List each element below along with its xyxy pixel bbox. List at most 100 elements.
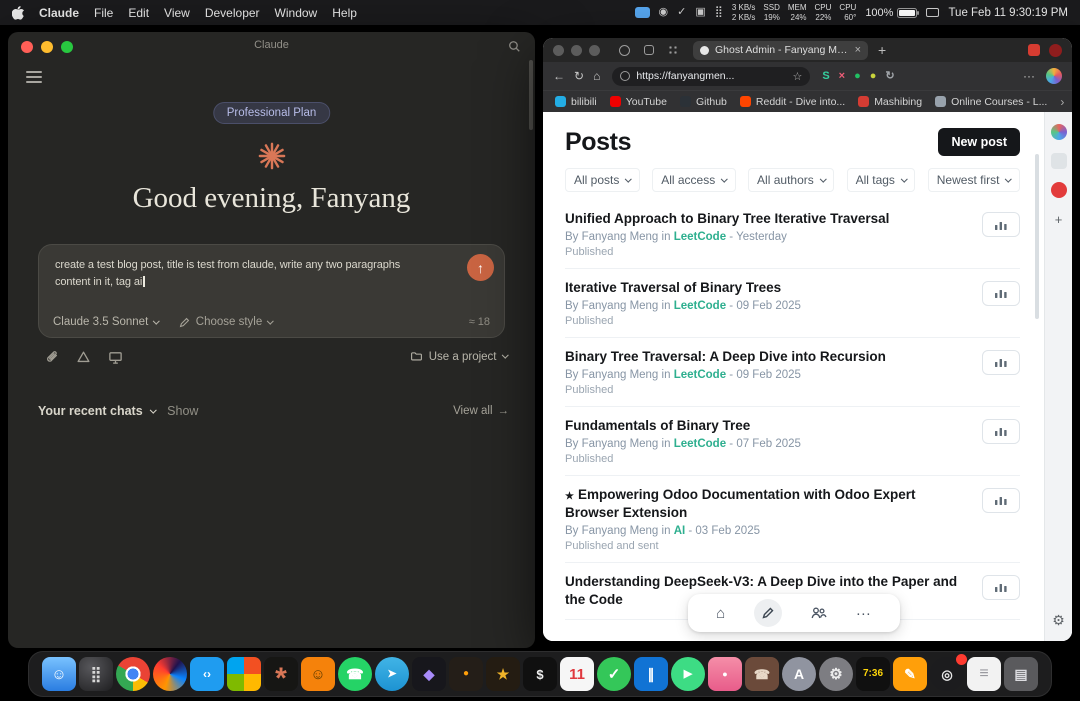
browser-titlebar[interactable]: Ghost Admin - Fanyang Meng's × + <box>543 38 1072 62</box>
bookmark-item[interactable]: YouTube <box>610 96 667 108</box>
settings-icon[interactable]: ⚙ <box>819 657 853 691</box>
home-icon[interactable]: ⌂ <box>593 70 600 82</box>
launchpad-icon[interactable]: ⣿ <box>79 657 113 691</box>
tab-search-icon[interactable] <box>644 45 654 55</box>
send-button[interactable]: ↑ <box>467 254 494 281</box>
recent-chats-header[interactable]: Your recent chats Show <box>38 404 198 418</box>
nav-edit-icon[interactable] <box>754 599 782 627</box>
sidebar-red-app-icon[interactable] <box>1051 182 1067 198</box>
telegram-icon[interactable]: ➤ <box>375 657 409 691</box>
screen-capture-icon[interactable] <box>108 350 123 370</box>
notification-app-icon[interactable]: ◎ <box>930 657 964 691</box>
trash-icon[interactable]: ▤ <box>1004 657 1038 691</box>
style-selector[interactable]: Choose style <box>179 316 273 328</box>
address-bar[interactable]: https://fanyangmen... ☆ <box>612 67 810 86</box>
sidebar-add-icon[interactable]: + <box>1051 211 1067 227</box>
post-analytics-button[interactable] <box>982 419 1020 444</box>
bookmark-item[interactable]: Github <box>680 96 727 108</box>
bookmark-item[interactable]: Mashibing <box>858 96 922 108</box>
prompt-input-box[interactable]: create a test blog post, title is test f… <box>38 244 505 338</box>
extension-icon[interactable]: ● <box>870 71 877 82</box>
sidebar-avatar-icon[interactable] <box>1051 124 1067 140</box>
post-row[interactable]: ★Empowering Odoo Documentation with Odoo… <box>565 476 1020 563</box>
grid-status-icon[interactable]: ⣿ <box>715 7 723 18</box>
extension-icon[interactable]: ● <box>854 71 861 82</box>
red-extension-icon[interactable] <box>1028 44 1040 56</box>
bear-app-icon[interactable]: ★ <box>486 657 520 691</box>
prompt-text[interactable]: create a test blog post, title is test f… <box>39 245 504 291</box>
close-window-button[interactable] <box>21 41 33 53</box>
office-grid-icon[interactable] <box>227 657 261 691</box>
menu-bar-clock[interactable]: Tue Feb 11 9:30:19 PM <box>948 7 1068 19</box>
tab-groups-icon[interactable] <box>668 45 678 55</box>
claude-dock-icon[interactable]: * <box>264 657 298 691</box>
window-manager-icon[interactable]: ▣ <box>695 7 705 18</box>
browser-tab[interactable]: Ghost Admin - Fanyang Meng's × <box>693 41 868 60</box>
menu-item[interactable]: Window <box>275 6 318 20</box>
extension-icon[interactable]: ↻ <box>885 71 894 82</box>
post-analytics-button[interactable] <box>982 212 1020 237</box>
firefox-icon[interactable] <box>153 657 187 691</box>
post-row[interactable]: ★Unified Approach to Binary Tree Iterati… <box>565 200 1020 269</box>
reload-icon[interactable]: ↻ <box>574 70 584 82</box>
notes-app-icon[interactable]: ≡ <box>967 657 1001 691</box>
appstore-icon[interactable]: A <box>782 657 816 691</box>
attach-file-icon[interactable] <box>44 350 59 370</box>
lock-app-icon[interactable]: ● <box>708 657 742 691</box>
apple-menu-icon[interactable] <box>12 6 24 20</box>
terminal-icon[interactable]: $ <box>523 657 557 691</box>
system-stat[interactable]: SSD 19% <box>763 3 779 23</box>
drive-integration-icon[interactable] <box>76 350 91 370</box>
minimize-window-button[interactable] <box>571 45 582 56</box>
extension-icon[interactable]: S <box>822 71 829 82</box>
close-tab-icon[interactable]: × <box>855 44 861 56</box>
menu-item[interactable]: Help <box>332 6 357 20</box>
sidebar-toggle-icon[interactable] <box>26 71 42 83</box>
check-status-icon[interactable]: ✓ <box>677 7 686 18</box>
menu-item[interactable]: View <box>164 6 190 20</box>
filter-dropdown[interactable]: All tags <box>847 168 916 192</box>
page-scrollbar[interactable] <box>1035 154 1039 319</box>
use-project-button[interactable]: Use a project <box>410 350 507 363</box>
tasks-app-icon[interactable]: ✓ <box>597 657 631 691</box>
new-post-button[interactable]: New post <box>938 128 1020 156</box>
close-window-button[interactable] <box>553 45 564 56</box>
finder-icon[interactable]: ☺ <box>42 657 76 691</box>
system-stat[interactable]: MEM 24% <box>788 3 807 23</box>
screenshot-tool-icon[interactable] <box>635 7 650 18</box>
system-stat[interactable]: CPU 60° <box>839 3 856 23</box>
post-row[interactable]: ★Binary Tree Traversal: A Deep Dive into… <box>565 338 1020 407</box>
new-tab-button[interactable]: + <box>878 42 886 58</box>
filter-dropdown[interactable]: All posts <box>565 168 640 192</box>
post-row[interactable]: ★Iterative Traversal of Binary Trees By … <box>565 269 1020 338</box>
post-row[interactable]: ★Fundamentals of Binary Tree By Fanyang … <box>565 407 1020 476</box>
post-analytics-button[interactable] <box>982 350 1020 375</box>
nav-home-icon[interactable]: ⌂ <box>716 606 725 621</box>
filter-dropdown[interactable]: All authors <box>748 168 834 192</box>
back-icon[interactable]: ← <box>553 70 565 82</box>
bookmark-item[interactable]: bilibili <box>555 96 597 108</box>
minimize-window-button[interactable] <box>41 41 53 53</box>
nav-members-icon[interactable] <box>810 606 827 620</box>
menu-item[interactable]: Developer <box>205 6 260 20</box>
menu-item[interactable]: Edit <box>128 6 149 20</box>
app-menu-claude[interactable]: Claude <box>39 6 79 20</box>
system-stat[interactable]: CPU 22% <box>815 3 832 23</box>
sidebar-settings-icon[interactable]: ⚙ <box>1052 612 1065 629</box>
account-avatar[interactable] <box>1046 68 1062 84</box>
record-status-icon[interactable]: ◉ <box>659 7 669 18</box>
filter-dropdown[interactable]: Newest first <box>928 168 1020 192</box>
whatsapp-icon[interactable]: ☎ <box>338 657 372 691</box>
vscode-icon[interactable]: ‹› <box>190 657 224 691</box>
model-selector[interactable]: Claude 3.5 Sonnet <box>53 316 159 328</box>
green-play-app-icon[interactable]: ▶ <box>671 657 705 691</box>
timer-app-icon[interactable]: 7:36 <box>856 657 890 691</box>
post-analytics-button[interactable] <box>982 281 1020 306</box>
browser-menu-icon[interactable]: ··· <box>1023 70 1035 82</box>
nav-more-icon[interactable]: ··· <box>856 606 871 621</box>
chrome-icon[interactable] <box>116 657 150 691</box>
battery-indicator[interactable]: 100% <box>865 7 917 19</box>
menu-item[interactable]: File <box>94 6 113 20</box>
claude-scrollbar[interactable] <box>529 60 533 130</box>
workspaces-icon[interactable] <box>619 45 630 56</box>
